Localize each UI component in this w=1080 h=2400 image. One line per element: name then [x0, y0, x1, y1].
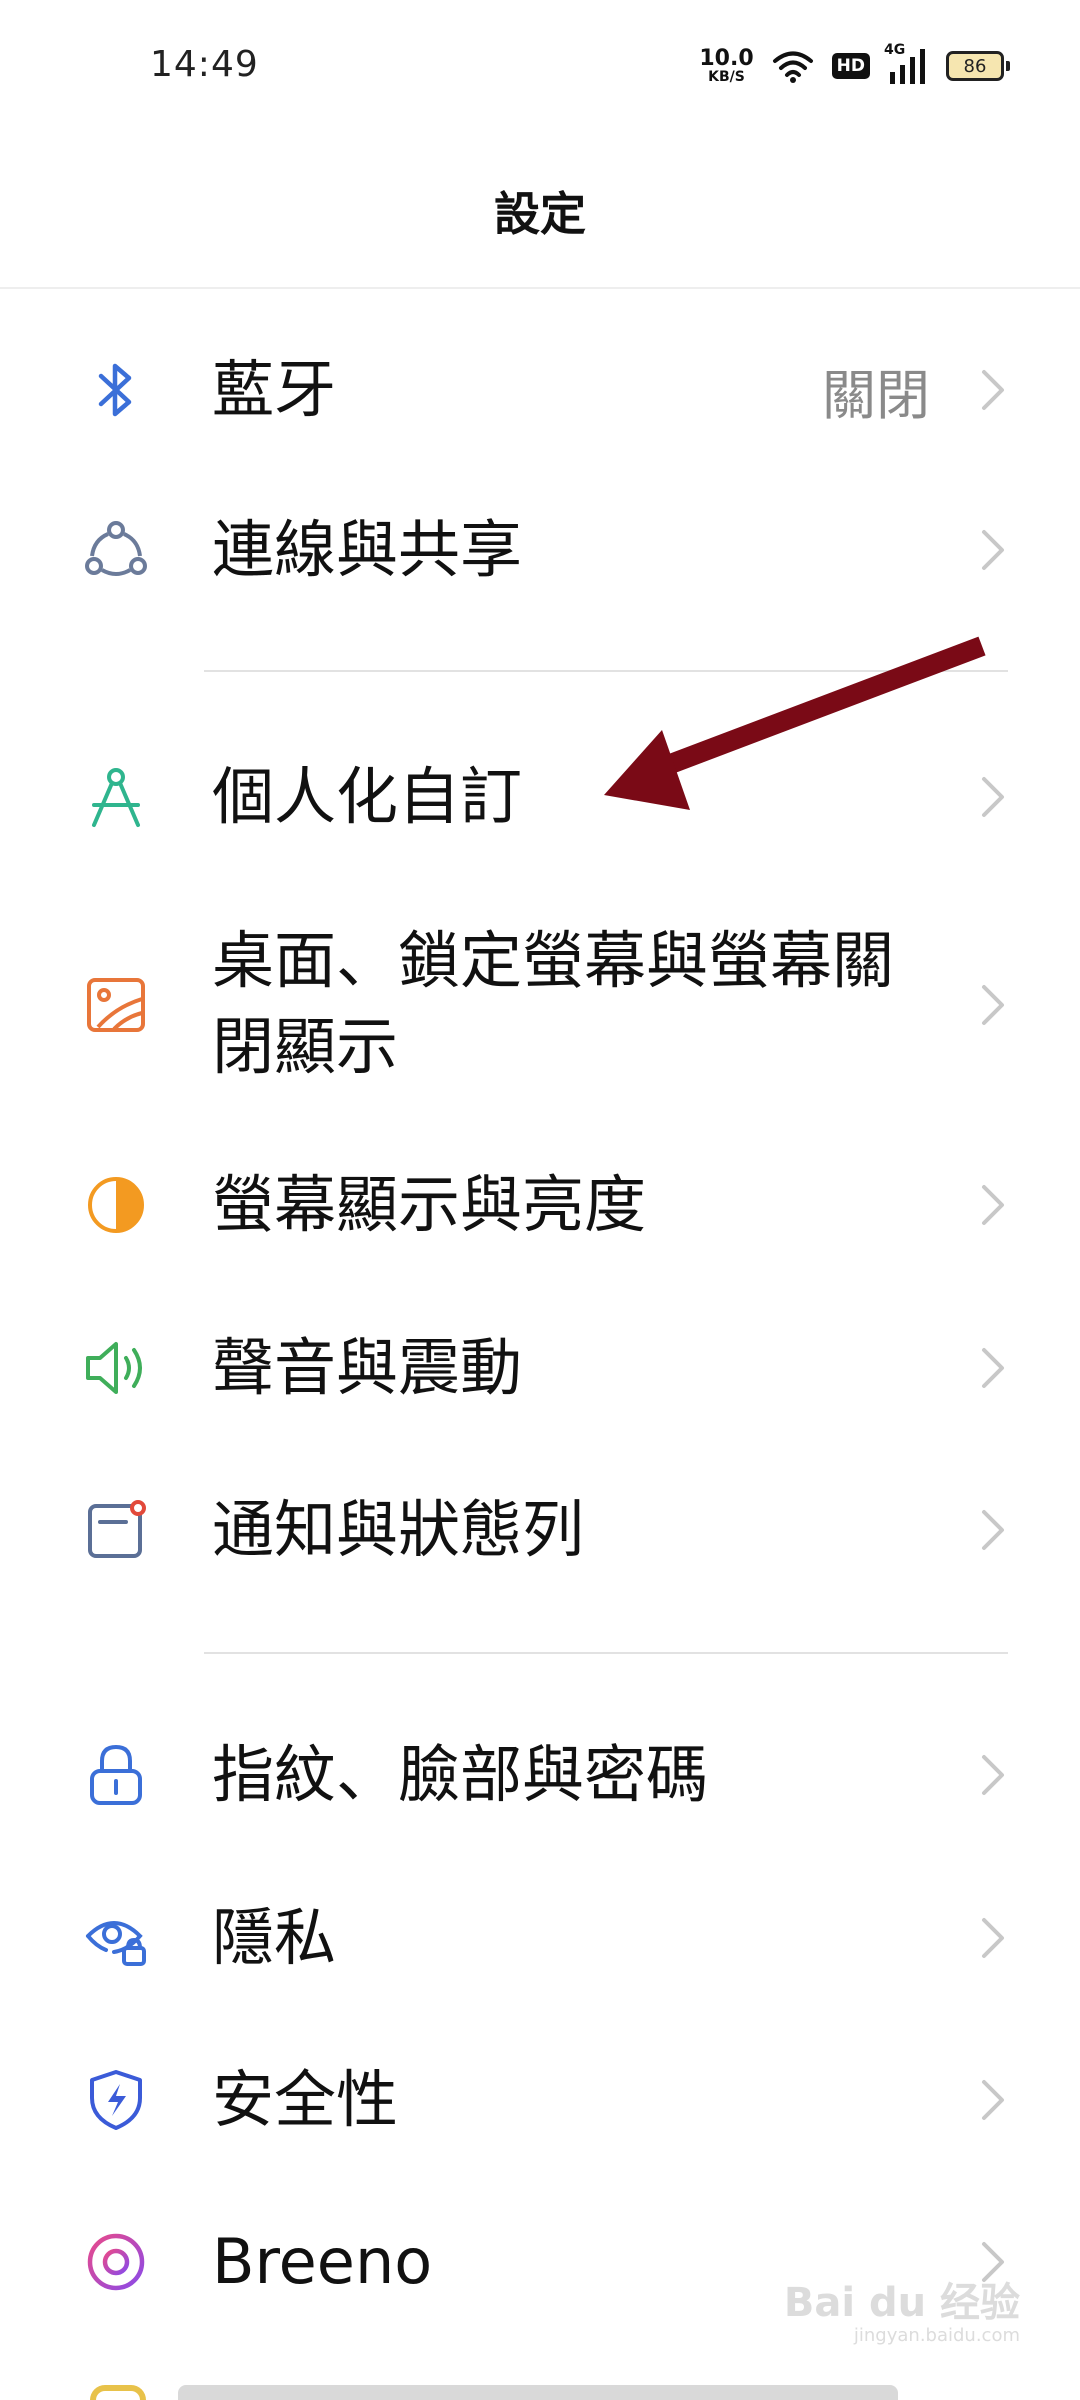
chevron-right-icon [982, 370, 1004, 410]
chevron-right-icon [982, 2080, 1004, 2120]
settings-item-label: 安全性 [212, 2063, 399, 2136]
settings-item-privacy[interactable]: 隱私 [0, 1893, 1080, 1983]
settings-item-label-line2: 閉顯示 [212, 1010, 399, 1083]
settings-item-label: 指紋、臉部與密碼 [212, 1738, 709, 1811]
settings-item-security[interactable]: 安全性 [0, 2055, 1080, 2145]
breeno-icon [84, 2230, 148, 2294]
privacy-eye-icon [84, 1906, 148, 1970]
page-title: 設定 [494, 187, 586, 241]
settings-item-personalization[interactable]: 個人化自訂 [0, 752, 1080, 842]
status-icons: 10.0 KB/S HD 4G 86 [699, 42, 1010, 88]
settings-item-label: 連線與共享 [212, 513, 523, 586]
chevron-right-icon [982, 1348, 1004, 1388]
settings-item-label: 藍牙 [212, 353, 337, 426]
next-item-peek [178, 2385, 898, 2400]
battery-level: 86 [946, 51, 1004, 81]
wallpaper-icon [84, 973, 148, 1037]
network-generation: 4G [884, 42, 906, 58]
settings-item-display-brightness[interactable]: 螢幕顯示與亮度 [0, 1160, 1080, 1250]
status-bar: 14:49 10.0 KB/S HD 4G 86 [0, 0, 1080, 135]
settings-item-fingerprint-face-password[interactable]: 指紋、臉部與密碼 [0, 1730, 1080, 1820]
section-divider [204, 1652, 1008, 1654]
chevron-right-icon [982, 1755, 1004, 1795]
chevron-right-icon [982, 985, 1004, 1025]
status-time: 14:49 [150, 44, 259, 85]
wifi-icon [772, 51, 813, 83]
app-bar: 設定 [0, 135, 1080, 289]
sound-icon [84, 1336, 148, 1400]
connection-share-icon [84, 518, 148, 582]
chevron-right-icon [982, 530, 1004, 570]
lock-icon [84, 1743, 148, 1807]
chevron-right-icon [982, 1918, 1004, 1958]
settings-item-notifications[interactable]: 通知與狀態列 [0, 1485, 1080, 1575]
chevron-right-icon [982, 777, 1004, 817]
settings-item-desktop-lockscreen[interactable]: 桌面、鎖定螢幕與螢幕關 閉顯示 [0, 915, 1080, 1095]
settings-item-label: Breeno [212, 2225, 433, 2298]
battery-indicator: 86 [946, 51, 1010, 81]
chevron-right-icon [982, 1510, 1004, 1550]
settings-item-label: 隱私 [212, 1901, 337, 1974]
watermark-brand: Bai du 经验 [783, 2280, 1020, 2326]
section-divider [204, 670, 1008, 672]
network-speed: 10.0 KB/S [699, 46, 754, 85]
network-speed-unit: KB/S [708, 69, 745, 85]
settings-item-connection-share[interactable]: 連線與共享 [0, 505, 1080, 595]
settings-item-bluetooth[interactable]: 藍牙 關閉 [0, 345, 1080, 435]
settings-item-label: 個人化自訂 [212, 760, 523, 833]
settings-item-label: 聲音與震動 [212, 1331, 523, 1404]
watermark-url: jingyan.baidu.com [853, 2325, 1020, 2346]
bluetooth-status-value: 關閉 [822, 363, 930, 427]
personalization-icon [84, 765, 148, 829]
battery-tip [1006, 61, 1010, 71]
cellular-signal: 4G [884, 42, 928, 84]
settings-item-label: 桌面、鎖定螢幕與螢幕關 [212, 924, 895, 997]
brightness-icon [84, 1173, 148, 1237]
settings-item-label: 螢幕顯示與亮度 [212, 1168, 647, 1241]
network-speed-value: 10.0 [699, 46, 754, 71]
settings-item-sound-vibration[interactable]: 聲音與震動 [0, 1323, 1080, 1413]
bluetooth-icon [84, 358, 148, 422]
next-item-icon-peek [90, 2385, 146, 2400]
notification-icon [84, 1498, 148, 1562]
security-shield-icon [84, 2068, 148, 2132]
settings-item-label: 通知與狀態列 [212, 1493, 585, 1566]
chevron-right-icon [982, 1185, 1004, 1225]
hd-voice-badge: HD [831, 53, 870, 79]
